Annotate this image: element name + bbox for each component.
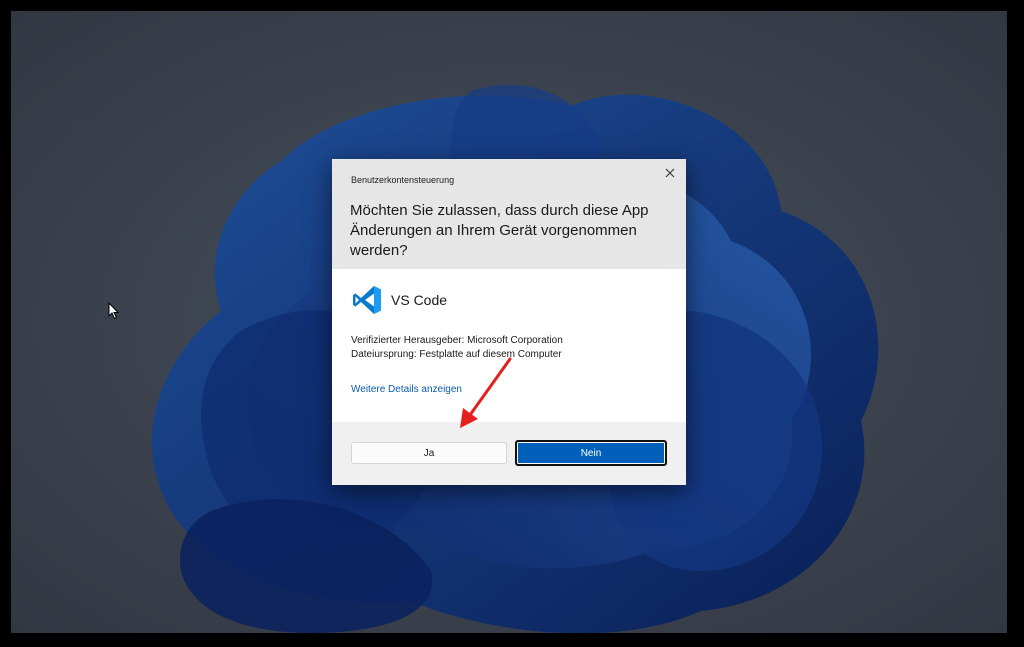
dialog-caption: Benutzerkontensteuerung (351, 175, 455, 185)
mouse-cursor-icon (108, 302, 120, 320)
app-details: Verifizierter Herausgeber: Microsoft Cor… (351, 334, 563, 362)
yes-button[interactable]: Ja (351, 442, 507, 464)
app-name: VS Code (391, 292, 448, 308)
no-button[interactable]: Nein (515, 440, 667, 466)
vscode-icon (353, 286, 381, 314)
close-button[interactable] (662, 165, 678, 181)
app-info-row: VS Code (351, 285, 447, 315)
close-icon (665, 168, 675, 178)
dialog-question: Möchten Sie zulassen, dass durch diese A… (350, 202, 649, 259)
publisher-text: Verifizierter Herausgeber: Microsoft Cor… (351, 335, 563, 346)
uac-dialog: Benutzerkontensteuerung Möchten Sie zula… (332, 159, 686, 485)
more-details-link[interactable]: Weitere Details anzeigen (351, 384, 462, 395)
origin-text: Dateiursprung: Festplatte auf diesem Com… (351, 349, 562, 360)
dialog-header: Benutzerkontensteuerung Möchten Sie zula… (332, 159, 686, 269)
dialog-footer: Ja Nein (332, 422, 686, 485)
